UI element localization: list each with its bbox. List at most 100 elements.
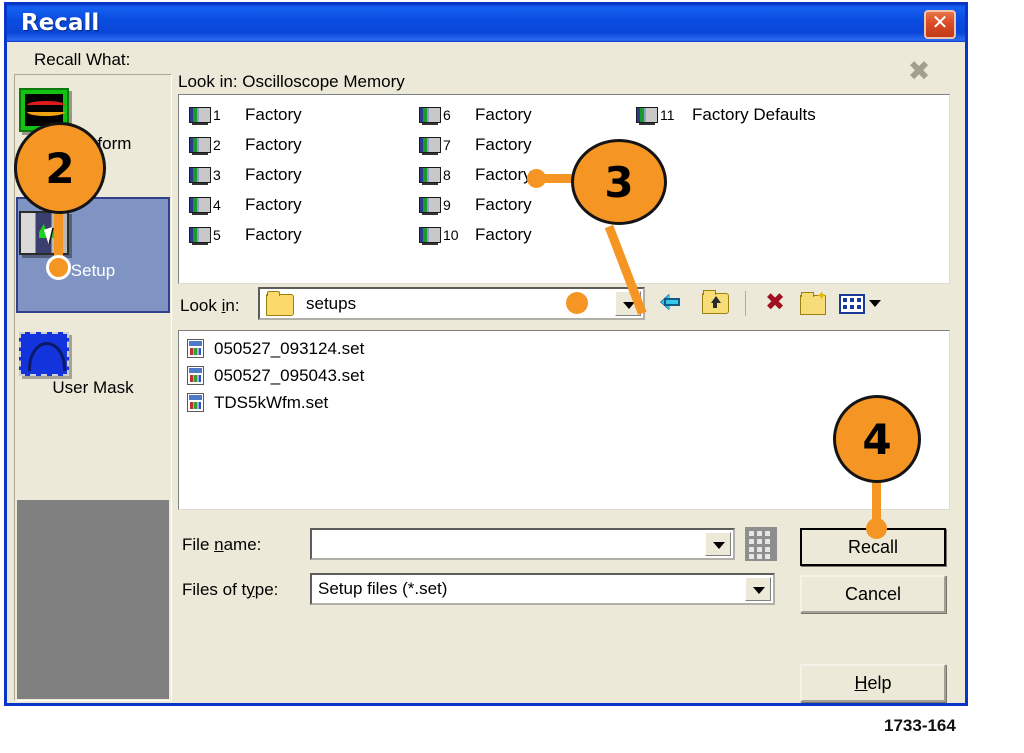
- help-button-label-post: elp: [867, 672, 892, 693]
- memory-heading: Look in: Oscilloscope Memory: [178, 72, 405, 91]
- memory-item-label: Factory: [475, 105, 532, 124]
- filename-label-post: ame:: [223, 535, 262, 554]
- filename-combobox[interactable]: [310, 528, 735, 560]
- sidebar-item-label-user-mask: User Mask: [52, 378, 134, 397]
- back-arrow-icon[interactable]: [661, 288, 691, 318]
- window-title: Recall: [21, 10, 100, 36]
- list-item[interactable]: TDS5kWfm.set: [187, 393, 328, 418]
- setup-file-icon: [187, 393, 204, 412]
- recall-button-label: Recall: [847, 536, 899, 557]
- sidebar-item-setup[interactable]: Setup: [16, 197, 170, 313]
- memory-item-label: Factory: [245, 135, 302, 154]
- memory-item-number: 7: [443, 137, 451, 153]
- help-button-label: Help: [854, 673, 891, 694]
- memory-item-number: 2: [213, 137, 221, 153]
- filetype-label-pre: Files of t: [182, 580, 247, 599]
- callout-3-anchor-dot-memory: [527, 169, 546, 188]
- memory-item-label: Factory: [245, 195, 302, 214]
- file-name-label: TDS5kWfm.set: [214, 393, 329, 412]
- callout-4-anchor-dot: [866, 518, 887, 539]
- file-list[interactable]: 050527_093124.set 050527_095043.set TDS5…: [178, 330, 950, 510]
- chevron-down-icon[interactable]: [745, 577, 771, 601]
- memory-item[interactable]: 11 Factory Defaults: [636, 105, 816, 128]
- scope-icon: [189, 227, 211, 245]
- sidebar-item-label-setup: Setup: [70, 261, 116, 280]
- close-icon[interactable]: [924, 10, 956, 39]
- memory-item-number: 11: [660, 107, 675, 123]
- memory-item[interactable]: 7 Factory: [419, 135, 532, 158]
- filetype-label: Files of type:: [182, 580, 278, 600]
- lookin-label-post: n:: [225, 296, 240, 315]
- memory-item-number: 5: [213, 227, 221, 243]
- user-mask-icon: [19, 332, 69, 376]
- delete-x-icon[interactable]: [760, 288, 790, 318]
- scope-icon: [419, 197, 441, 215]
- memory-item-label: Factory: [245, 225, 302, 244]
- memory-item-number: 1: [213, 107, 221, 123]
- callout-3: 3: [571, 139, 667, 225]
- scope-icon: [419, 137, 441, 155]
- scope-icon: [189, 197, 211, 215]
- scope-icon: [419, 227, 441, 245]
- memory-item[interactable]: 4 Factory: [189, 195, 302, 218]
- chevron-down-icon[interactable]: [705, 532, 731, 556]
- memory-item-number: 4: [213, 197, 221, 213]
- memory-item[interactable]: 1 Factory: [189, 105, 302, 128]
- memory-item[interactable]: 10 Factory: [419, 225, 532, 248]
- cancel-button-label: Cancel: [844, 583, 902, 604]
- file-name-label: 050527_095043.set: [214, 366, 365, 385]
- memory-item-label: Factory: [475, 165, 532, 184]
- filetype-value: Setup files (*.set): [318, 579, 448, 598]
- scope-icon: [189, 107, 211, 125]
- callout-4-label: 4: [862, 414, 892, 464]
- memory-item-label: Factory: [475, 225, 532, 244]
- list-item[interactable]: 050527_095043.set: [187, 366, 364, 391]
- memory-item-number: 3: [213, 167, 221, 183]
- filename-input[interactable]: [312, 530, 710, 556]
- screenshot-root: Recall Recall What: Waveform Setup User …: [0, 0, 1024, 753]
- chevron-down-icon[interactable]: [869, 300, 881, 307]
- callout-2-label: 2: [45, 143, 75, 193]
- callout-2: 2: [14, 122, 106, 214]
- cancel-button[interactable]: Cancel: [800, 575, 946, 613]
- folder-up-icon[interactable]: [700, 288, 730, 318]
- memory-item[interactable]: 9 Factory: [419, 195, 532, 218]
- help-button[interactable]: Help: [800, 664, 946, 702]
- filename-label: File name:: [182, 535, 261, 555]
- list-item[interactable]: 050527_093124.set: [187, 339, 364, 364]
- scope-icon: [419, 167, 441, 185]
- memory-item-label: Factory: [245, 105, 302, 124]
- memory-item-number: 8: [443, 167, 451, 183]
- filetype-label-post: pe:: [254, 580, 279, 599]
- setup-oscilloscope-icon: [19, 211, 73, 259]
- help-button-accel: H: [854, 672, 868, 693]
- virtual-keypad-icon[interactable]: [745, 527, 777, 561]
- filetype-combobox[interactable]: Setup files (*.set): [310, 573, 775, 605]
- scope-icon: [636, 107, 658, 125]
- memory-item[interactable]: 5 Factory: [189, 225, 302, 248]
- oscilloscope-memory-list[interactable]: 1 Factory 2 Factory 3 Factory 4 Factory 5 Fac…: [178, 94, 950, 284]
- memory-item-number: 10: [443, 227, 459, 243]
- memory-item[interactable]: 3 Factory: [189, 165, 302, 188]
- callout-4: 4: [833, 395, 921, 483]
- callout-2-anchor-dot: [46, 255, 71, 280]
- setup-file-icon: [187, 366, 204, 385]
- views-grid-icon[interactable]: [838, 288, 884, 318]
- memory-item[interactable]: 6 Factory: [419, 105, 532, 128]
- file-name-label: 050527_093124.set: [214, 339, 365, 358]
- memory-item-number: 6: [443, 107, 451, 123]
- lookin-label-pre: Look: [180, 296, 222, 315]
- memory-item[interactable]: 2 Factory: [189, 135, 302, 158]
- new-folder-icon[interactable]: ✦: [798, 288, 828, 318]
- scope-icon: [419, 107, 441, 125]
- scope-icon: [189, 137, 211, 155]
- sidebar-item-user-mask[interactable]: User Mask: [16, 320, 170, 436]
- memory-item-label: Factory: [245, 165, 302, 184]
- memory-item[interactable]: 8 Factory: [419, 165, 532, 188]
- recall-what-label: Recall What:: [34, 50, 131, 69]
- lookin-value: setups: [306, 294, 357, 313]
- memory-item-label: Factory Defaults: [692, 105, 816, 124]
- folder-icon: [266, 291, 294, 316]
- toolbar-divider: [745, 291, 746, 316]
- lookin-label: Look in:: [180, 296, 240, 316]
